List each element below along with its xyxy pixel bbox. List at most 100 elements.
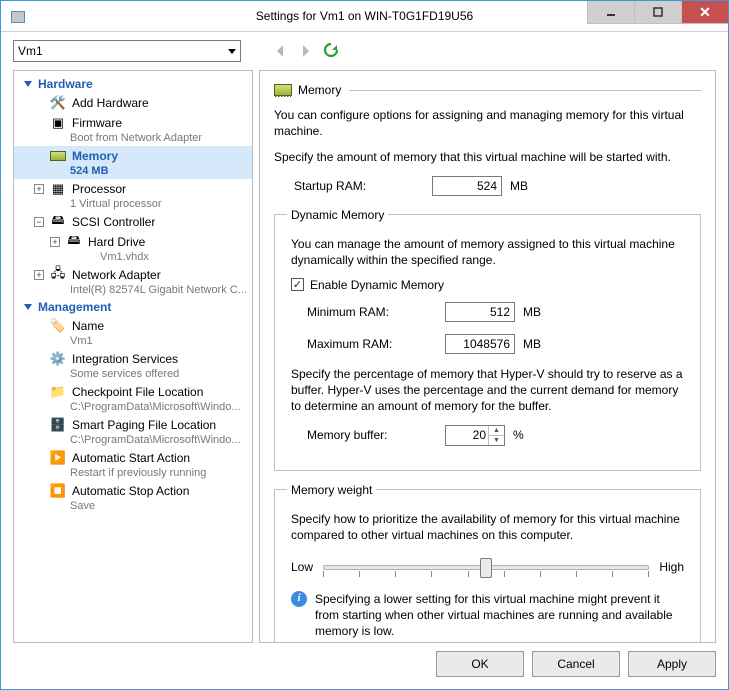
memory-weight-group: Memory weight Specify how to prioritize … [274,483,701,644]
memory-sub: 524 MB [24,165,252,177]
dynamic-memory-legend: Dynamic Memory [287,208,388,222]
memory-weight-desc: Specify how to prioritize the availabili… [291,511,688,543]
memory-weight-info-text: Specifying a lower setting for this virt… [315,591,684,640]
tree-item-firmware[interactable]: ▣Firmware Boot from Network Adapter [14,113,252,146]
cancel-button[interactable]: Cancel [532,651,620,677]
tree-item-memory[interactable]: Memory 524 MB [14,146,252,179]
slider-thumb[interactable] [480,558,492,578]
detail-header-text: Memory [298,83,341,97]
firmware-sub: Boot from Network Adapter [24,132,252,144]
detail-header: Memory [274,83,701,97]
tree-section-management[interactable]: Management [14,298,252,316]
apply-button[interactable]: Apply [628,651,716,677]
tree-item-processor[interactable]: ▦Processor 1 Virtual processor [14,179,252,212]
body: Hardware 🛠️Add Hardware ▣Firmware Boot f… [1,70,728,651]
dialog-buttons: OK Cancel Apply [1,651,728,689]
firmware-icon: ▣ [50,115,66,131]
tree-item-name[interactable]: 🏷️Name Vm1 [14,316,252,349]
vm-selector[interactable]: Vm1 [13,40,241,62]
network-icon: 🖧 [50,267,66,283]
auto-start-icon: ▶️ [50,450,66,466]
tree-item-smart-paging[interactable]: 🗄️Smart Paging File Location C:\ProgramD… [14,415,252,448]
memory-icon [50,148,66,164]
toolbar: Vm1 [1,32,728,70]
smart-paging-icon: 🗄️ [50,417,66,433]
checkbox-checked-icon: ✓ [291,278,304,291]
checkpoint-sub: C:\ProgramData\Microsoft\Windo... [24,401,252,413]
tree-section-hardware[interactable]: Hardware [14,75,252,93]
startup-ram-input[interactable] [432,176,502,196]
tree-item-network-adapter[interactable]: 🖧Network Adapter Intel(R) 82574L Gigabit… [14,265,252,298]
enable-dynamic-label: Enable Dynamic Memory [310,278,444,292]
buffer-label: Memory buffer: [307,428,437,442]
memory-weight-legend: Memory weight [287,483,376,497]
expander-icon[interactable] [50,237,60,247]
integration-sub: Some services offered [24,368,252,380]
buffer-desc: Specify the percentage of memory that Hy… [291,366,688,415]
nav-forward-button[interactable] [297,42,315,60]
ok-button[interactable]: OK [436,651,524,677]
tree-item-hard-drive[interactable]: 🖴Hard Drive Vm1.vhdx [14,232,252,265]
unit-percent: % [513,428,524,442]
auto-stop-sub: Save [24,500,252,512]
tree-item-integration[interactable]: ⚙️Integration Services Some services off… [14,349,252,382]
min-ram-input[interactable] [445,302,515,322]
settings-window: Settings for Vm1 on WIN-T0G1FD19U56 ✕ Vm… [0,0,729,690]
nav-back-button[interactable] [271,42,289,60]
expander-icon[interactable] [34,217,44,227]
tree-item-auto-start[interactable]: ▶️Automatic Start Action Restart if prev… [14,448,252,481]
refresh-button[interactable] [323,42,341,60]
caret-down-icon [24,81,32,87]
min-ram-label: Minimum RAM: [307,305,437,319]
expander-icon[interactable] [34,270,44,280]
smart-paging-sub: C:\ProgramData\Microsoft\Windo... [24,434,252,446]
dynamic-memory-desc: You can manage the amount of memory assi… [291,236,688,268]
management-label: Management [38,300,111,314]
vm-selector-value: Vm1 [18,44,43,58]
buffer-row: Memory buffer: ▲▼ % [307,425,688,446]
spin-down-icon[interactable]: ▼ [489,436,504,445]
spin-up-icon[interactable]: ▲ [489,426,504,436]
enable-dynamic-memory-checkbox[interactable]: ✓ Enable Dynamic Memory [291,278,688,292]
min-ram-row: Minimum RAM: MB [307,302,688,322]
unit-mb: MB [510,179,528,193]
memory-desc: You can configure options for assigning … [274,107,701,139]
name-sub: Vm1 [24,335,252,347]
hard-drive-icon: 🖴 [66,234,82,250]
memory-weight-slider-row: Low High [291,553,684,581]
buffer-input[interactable] [446,426,488,445]
tree-item-auto-stop[interactable]: ⏹️Automatic Stop Action Save [14,481,252,514]
memory-icon [274,84,292,96]
name-icon: 🏷️ [50,318,66,334]
window-controls: ✕ [587,1,728,23]
hardware-label: Hardware [38,77,93,91]
info-icon: i [291,591,307,607]
expander-icon[interactable] [34,184,44,194]
unit-mb: MB [523,337,541,351]
tree-item-scsi[interactable]: 🖴SCSI Controller [14,212,252,232]
startup-ram-label: Startup RAM: [294,179,424,193]
auto-start-sub: Restart if previously running [24,467,252,479]
maximize-button[interactable] [634,1,681,24]
processor-icon: ▦ [50,181,66,197]
dynamic-memory-group: Dynamic Memory You can manage the amount… [274,208,701,471]
slider-low-label: Low [291,560,313,574]
tree-item-checkpoint[interactable]: 📁Checkpoint File Location C:\ProgramData… [14,382,252,415]
hyperv-icon [9,8,25,24]
close-button[interactable]: ✕ [681,1,728,24]
detail-pane: Memory You can configure options for ass… [259,70,716,643]
add-hardware-icon: 🛠️ [50,95,66,111]
processor-sub: 1 Virtual processor [24,198,252,210]
startup-intro: Specify the amount of memory that this v… [274,149,701,165]
minimize-button[interactable] [587,1,634,24]
titlebar: Settings for Vm1 on WIN-T0G1FD19U56 ✕ [1,1,728,32]
buffer-spinner[interactable]: ▲▼ [445,425,505,446]
tree-item-add-hardware[interactable]: 🛠️Add Hardware [14,93,252,113]
checkpoint-icon: 📁 [50,384,66,400]
settings-tree[interactable]: Hardware 🛠️Add Hardware ▣Firmware Boot f… [13,70,253,643]
memory-weight-slider[interactable] [323,553,649,581]
memory-weight-info: i Specifying a lower setting for this vi… [291,591,684,640]
auto-stop-icon: ⏹️ [50,483,66,499]
integration-icon: ⚙️ [50,351,66,367]
max-ram-input[interactable] [445,334,515,354]
